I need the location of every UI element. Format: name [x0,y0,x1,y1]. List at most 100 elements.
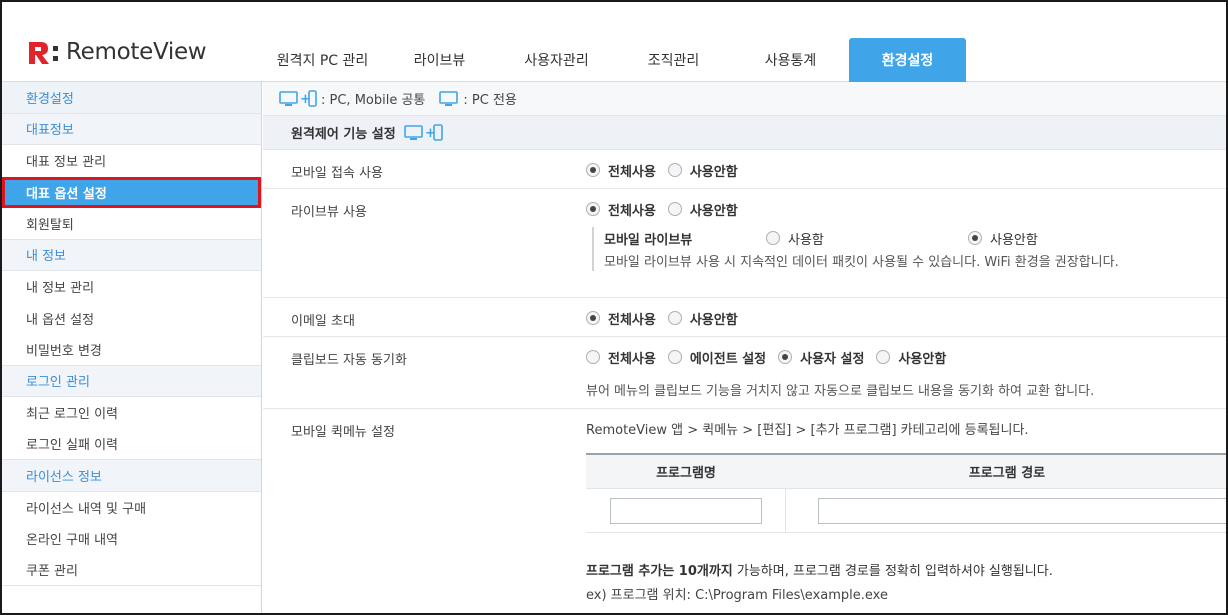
quick-menu-desc-wrap: RemoteView 앱 > 퀵메뉴 > [편집] > [추가 프로그램] 카테… [586,419,1029,438]
section-title: 원격제어 기능 설정 + [263,116,1226,150]
radio-dot [876,350,891,364]
sidebar-item-rep-info[interactable]: 대표 정보 관리 [2,145,261,177]
program-name-input[interactable] [609,497,762,524]
setting-label: 클립보드 자동 동기화 [291,353,407,368]
radio-mobile-access-none[interactable]: 사용안함 [667,161,738,180]
sidebar-item-coupons[interactable]: 쿠폰 관리 [2,554,261,586]
table-header: 프로그램명 프로그램 경로 [586,453,1226,489]
radio-dot [667,350,682,364]
section-title-text: 원격제어 기능 설정 [291,127,396,142]
sidebar-header-settings[interactable]: 환경설정 [2,82,261,114]
radio-liveview-all[interactable]: 전체사용 [586,200,656,219]
tab-liveview[interactable]: 라이브뷰 [381,38,498,82]
sidebar-item-my-options[interactable]: 내 옵션 설정 [2,302,261,334]
radio-group: 전체사용 사용안함 [586,160,750,180]
radio-label: 에이전트 설정 [689,351,767,367]
radio-label: 사용안함 [689,312,738,328]
sidebar-item-license-purchase[interactable]: 라이선스 내역 및 구매 [2,491,261,523]
quick-menu-desc: RemoteView 앱 > 퀵메뉴 > [편집] > [추가 프로그램] 카테… [586,423,1029,438]
radio-dot [778,350,793,364]
logo-text: RemoteView [66,39,207,65]
radio-clipboard-user[interactable]: 사용자 설정 [778,348,864,367]
sidebar-item-rep-options[interactable]: 대표 옵션 설정 [2,176,261,208]
radio-label: 사용안함 [689,203,738,219]
clipboard-desc: 뷰어 메뉴의 클립보드 기능을 거치지 않고 자동으로 클립보드 내용을 동기화… [586,384,1095,399]
radio-dot [586,311,600,325]
radio-label: 사용함 [788,232,824,248]
table-cell [786,489,1226,533]
radio-group-email-invite: 전체사용 사용안함 [586,308,750,328]
radio-mobile-liveview-on[interactable]: 사용함 [766,229,968,248]
quick-menu-note-bold: 프로그램 추가는 10개까지 [586,564,733,579]
radio-label: 전체사용 [608,351,656,367]
tab-settings[interactable]: 환경설정 [849,38,966,82]
quick-menu-note-rest: 가능하며, 프로그램 경로를 정확히 입력하셔야 실행됩니다. [732,564,1053,579]
radio-liveview-none[interactable]: 사용안함 [667,200,738,219]
main-content: + : PC, Mobile 공통 : PC 전용 원격제어 기능 설정 + 모… [263,82,1226,613]
sidebar-item-withdraw[interactable]: 회원탈퇴 [2,208,261,240]
legend-both-text: : PC, Mobile 공통 [321,93,426,108]
radio-dot [968,231,982,245]
radio-dot [667,163,682,177]
radio-clipboard-agent[interactable]: 에이전트 설정 [667,348,767,367]
radio-clipboard-none[interactable]: 사용안함 [876,348,946,367]
radio-mobile-liveview-off[interactable]: 사용안함 [968,229,1038,248]
sidebar-item-login-failures[interactable]: 로그인 실패 이력 [2,428,261,460]
radio-clipboard-all[interactable]: 전체사용 [586,348,656,367]
mobile-liveview-desc: 모바일 라이브뷰 사용 시 지속적인 데이터 패킷이 사용될 수 있습니다. W… [604,254,1119,270]
setting-row-quick-menu: 모바일 퀵메뉴 설정 RemoteView 앱 > 퀵메뉴 > [편집] > [… [263,409,1226,613]
column-header-program-path: 프로그램 경로 [968,466,1046,481]
radio-dot [586,163,600,177]
radio-group-liveview: 전체사용 사용안함 모바일 라이브뷰 사용함 사용안함 모바일 라이브뷰 사용 … [586,199,1119,271]
radio-dot [766,231,780,245]
app-window: RemoteView 원격지 PC 관리 라이브뷰 사용자관리 조직관리 사용통… [0,0,1228,615]
sub-setting-label: 모바일 라이브뷰 [604,232,693,248]
radio-label: 전체사용 [608,203,656,219]
sidebar-header-license[interactable]: 라이선스 정보 [2,460,261,492]
radio-mobile-access-all[interactable]: 전체사용 [586,161,656,180]
pc-mobile-icon: + [279,89,317,108]
sidebar: 환경설정 대표정보 대표 정보 관리 대표 옵션 설정 회원탈퇴 내 정보 내 … [2,82,262,613]
setting-label: 모바일 퀵메뉴 설정 [291,425,395,440]
legend-pc-text: : PC 전용 [463,93,517,108]
logo[interactable]: RemoteView [26,37,207,67]
radio-label: 사용안함 [689,164,738,180]
tab-statistics[interactable]: 사용통계 [732,38,849,82]
sidebar-item-my-info[interactable]: 내 정보 관리 [2,271,261,303]
pc-icon [439,90,459,108]
tab-organization[interactable]: 조직관리 [615,38,732,82]
radio-label: 사용안함 [898,351,947,367]
quick-menu-example: ex) 프로그램 위치: C:\Program Files\example.ex… [586,588,888,603]
radio-email-none[interactable]: 사용안함 [667,309,738,328]
table-cell [586,488,786,533]
radio-dot [586,202,600,216]
mobile-liveview-subsetting: 모바일 라이브뷰 사용함 사용안함 모바일 라이브뷰 사용 시 지속적인 데이터… [592,227,1119,271]
radio-label: 전체사용 [608,312,656,328]
pc-mobile-icon: + [403,123,452,142]
radio-group: 전체사용 에이전트 설정 사용자 설정 사용안함 [586,347,1094,367]
radio-label: 사용안함 [990,232,1038,248]
tab-users[interactable]: 사용자관리 [498,38,615,82]
radio-dot [667,202,682,216]
radio-group-clipboard: 전체사용 에이전트 설정 사용자 설정 사용안함 뷰어 메뉴의 클립보드 기능을… [586,347,1094,399]
tab-remote-pc[interactable]: 원격지 PC 관리 [264,38,381,82]
radio-dot [667,311,682,325]
radio-group: 전체사용 사용안함 [586,308,750,328]
table-row [586,488,1226,533]
device-legend: + : PC, Mobile 공통 : PC 전용 [263,82,1226,116]
radio-group-mobile-access: 전체사용 사용안함 [586,160,750,180]
column-header-program-name: 프로그램명 [656,466,716,481]
sidebar-item-change-password[interactable]: 비밀번호 변경 [2,334,261,366]
radio-label: 전체사용 [608,164,656,180]
setting-row-liveview: 라이브뷰 사용 전체사용 사용안함 모바일 라이브뷰 사용함 사용안함 모바일 … [263,189,1226,298]
sidebar-header-representative[interactable]: 대표정보 [2,113,261,145]
sidebar-header-my-info[interactable]: 내 정보 [2,239,261,271]
sidebar-item-online-orders[interactable]: 온라인 구매 내역 [2,523,261,555]
sidebar-item-login-history[interactable]: 최근 로그인 이력 [2,397,261,429]
sidebar-header-login[interactable]: 로그인 관리 [2,365,261,397]
program-path-input[interactable] [818,497,1226,524]
setting-row-email-invite: 이메일 초대 전체사용 사용안함 [263,298,1226,337]
radio-email-all[interactable]: 전체사용 [586,309,656,328]
radio-label: 사용자 설정 [800,351,865,367]
sub-setting-line: 모바일 라이브뷰 사용함 사용안함 [604,227,1119,249]
